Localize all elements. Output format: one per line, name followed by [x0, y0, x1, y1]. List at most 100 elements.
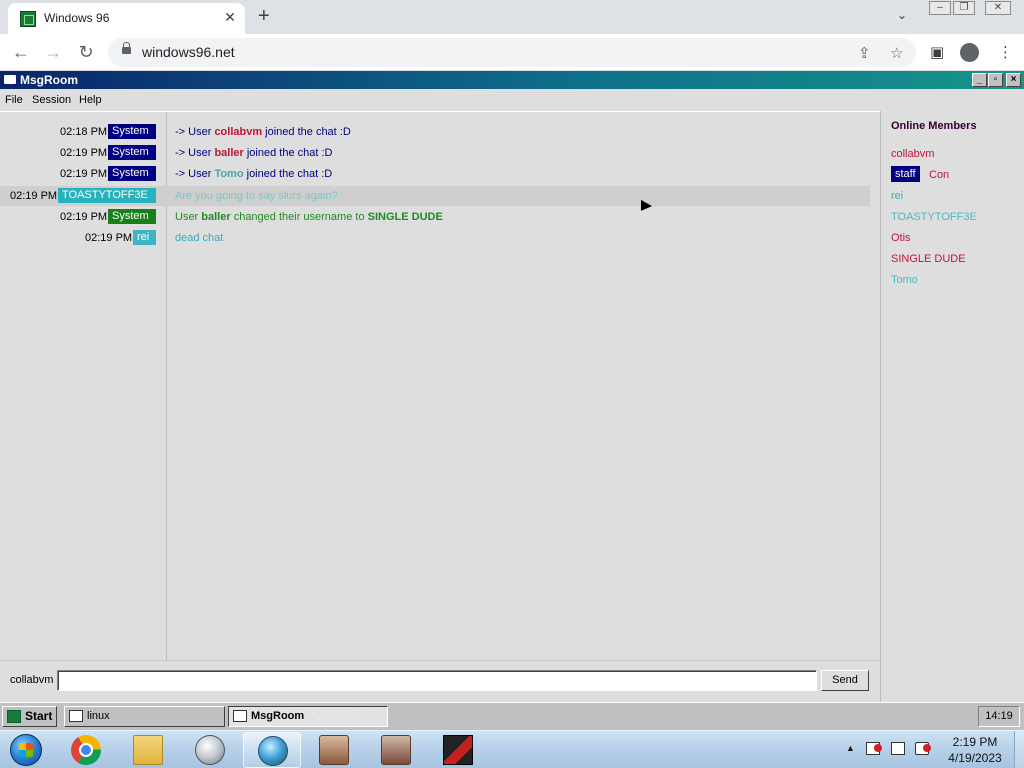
chat-bubble-icon: [4, 75, 16, 84]
win7-clock[interactable]: 2:19 PM 4/19/2023: [942, 734, 1008, 766]
browser-tab[interactable]: Windows 96 ✕: [8, 3, 245, 34]
taskbar-pin-app[interactable]: [367, 732, 425, 768]
menu-session[interactable]: Session: [32, 94, 71, 106]
menu-help[interactable]: Help: [79, 94, 102, 106]
package-icon: [319, 735, 349, 765]
chat-message: 02:19 PM System -> User baller joined th…: [0, 143, 870, 163]
message-author-badge: TOASTYTOFF3E: [58, 188, 156, 203]
message-author-badge: System: [108, 209, 156, 224]
message-input[interactable]: [57, 670, 817, 691]
taskbar-pin-chrome[interactable]: [57, 732, 115, 768]
network-icon[interactable]: [891, 742, 905, 755]
message-time: 02:19 PM: [60, 211, 108, 223]
reload-icon[interactable]: ↻: [75, 41, 97, 63]
message-author-badge: rei: [133, 230, 156, 245]
profile-avatar-icon[interactable]: [960, 43, 979, 62]
w96-minimize-button[interactable]: _: [972, 73, 987, 87]
online-members-header: Online Members: [891, 120, 977, 132]
staff-badge: staff: [891, 166, 920, 182]
message-author-badge: System: [108, 145, 156, 160]
member-item[interactable]: SINGLE DUDE: [891, 253, 966, 265]
browser-toolbar: ← → ↻ windows96.net ⇪ ☆ ▣ ⋮: [0, 34, 1024, 71]
member-item[interactable]: Tomo: [891, 274, 918, 286]
browser-tabstrip: Windows 96 ✕ + ⌄ – ❐ ✕: [0, 0, 1024, 34]
package-icon: [381, 735, 411, 765]
chat-message-list[interactable]: 02:18 PM System -> User collabvm joined …: [0, 111, 880, 660]
message-text: dead chat: [175, 232, 224, 244]
message-username: collabvm: [214, 126, 263, 138]
close-window-button[interactable]: ✕: [985, 1, 1011, 15]
taskbar-pin-app[interactable]: [243, 732, 301, 768]
taskbar-item-msgroom[interactable]: MsgRoom: [228, 706, 388, 727]
message-time: 02:19 PM: [60, 168, 108, 180]
lock-icon[interactable]: [122, 42, 131, 54]
taskbar-pin-app[interactable]: [305, 732, 363, 768]
message-text: User baller changed their username to SI…: [175, 211, 443, 223]
message-username: Tomo: [214, 168, 244, 180]
chrome-icon: [71, 735, 101, 765]
w96-maximize-button[interactable]: ▫: [988, 73, 1003, 87]
message-text: -> User baller joined the chat :D: [175, 147, 333, 159]
tray-overflow-icon[interactable]: ▲: [846, 743, 855, 753]
message-time: 02:19 PM: [10, 190, 58, 202]
taskbar-pin-app[interactable]: [429, 732, 487, 768]
w96-close-button[interactable]: ×: [1006, 73, 1021, 87]
terminal-icon: [69, 710, 83, 722]
win7-taskbar: ▲ 2:19 PM 4/19/2023: [0, 730, 1024, 768]
tab-title: Windows 96: [44, 11, 110, 25]
taskbar-pin-app[interactable]: [181, 732, 239, 768]
back-arrow-icon[interactable]: ←: [10, 41, 32, 63]
tray-alert-icon: [874, 744, 882, 752]
globe-icon: [258, 736, 288, 766]
message-time: 02:19 PM: [60, 147, 108, 159]
member-item[interactable]: TOASTYTOFF3E: [891, 211, 977, 223]
tab-close-icon[interactable]: ✕: [221, 9, 239, 26]
w96-start-button[interactable]: Start: [2, 706, 57, 727]
message-username: baller: [201, 211, 231, 223]
menu-kebab-icon[interactable]: ⋮: [998, 43, 1013, 61]
bookmark-star-icon[interactable]: ☆: [890, 44, 903, 62]
taskbar-pin-explorer[interactable]: [119, 732, 177, 768]
online-members-panel: Online Members collabvm staff Con rei TO…: [880, 111, 1024, 702]
show-desktop-button[interactable]: [1014, 731, 1024, 768]
member-item[interactable]: rei: [891, 190, 903, 202]
chat-message: 02:19 PM TOASTYTOFF3E Are you going to s…: [0, 186, 870, 206]
side-panel-icon[interactable]: ▣: [930, 43, 944, 61]
clock-date: 4/19/2023: [948, 751, 1002, 765]
minimize-window-button[interactable]: –: [929, 1, 951, 15]
message-text: Are you going to say slurs again?: [175, 190, 338, 202]
windows-flag-icon: [19, 743, 33, 757]
mute-indicator-icon: [923, 744, 931, 752]
windows96-favicon-icon: [20, 11, 36, 27]
chat-bubble-icon: [233, 710, 247, 722]
app-logo-icon: [443, 735, 473, 765]
msgroom-titlebar[interactable]: MsgRoom _ ▫ ×: [0, 71, 1024, 89]
send-button[interactable]: Send: [821, 670, 869, 691]
taskbar-item-linux[interactable]: linux: [64, 706, 225, 727]
menu-file[interactable]: File: [5, 94, 23, 106]
current-username-label: collabvm: [10, 674, 54, 686]
msgroom-window: MsgRoom _ ▫ × File Session Help 02:18 PM…: [0, 71, 1024, 702]
address-bar[interactable]: windows96.net ⇪ ☆: [108, 38, 916, 67]
message-username: baller: [214, 147, 244, 159]
app-icon: [195, 735, 225, 765]
message-text: -> User Tomo joined the chat :D: [175, 168, 333, 180]
chat-message: 02:19 PM System -> User Tomo joined the …: [0, 164, 870, 184]
member-item[interactable]: Otis: [891, 232, 911, 244]
chat-message: 02:18 PM System -> User collabvm joined …: [0, 122, 870, 142]
share-icon[interactable]: ⇪: [858, 44, 871, 62]
message-author-badge: System: [108, 166, 156, 181]
forward-arrow-icon[interactable]: →: [42, 41, 64, 63]
message-time: 02:19 PM: [85, 232, 133, 244]
address-url[interactable]: windows96.net: [142, 44, 235, 60]
w96-taskbar: Start linux MsgRoom 14:19: [0, 702, 1024, 730]
member-item[interactable]: collabvm: [891, 148, 934, 160]
restore-window-button[interactable]: ❐: [953, 1, 975, 15]
message-time: 02:18 PM: [60, 126, 108, 138]
new-tab-button[interactable]: +: [258, 5, 270, 28]
message-text: -> User collabvm joined the chat :D: [175, 126, 351, 138]
win7-start-orb[interactable]: [4, 732, 48, 768]
msgroom-menubar: File Session Help: [0, 90, 1024, 110]
member-item[interactable]: Con: [929, 169, 949, 181]
tab-search-chevron-icon[interactable]: ⌄: [897, 8, 907, 22]
